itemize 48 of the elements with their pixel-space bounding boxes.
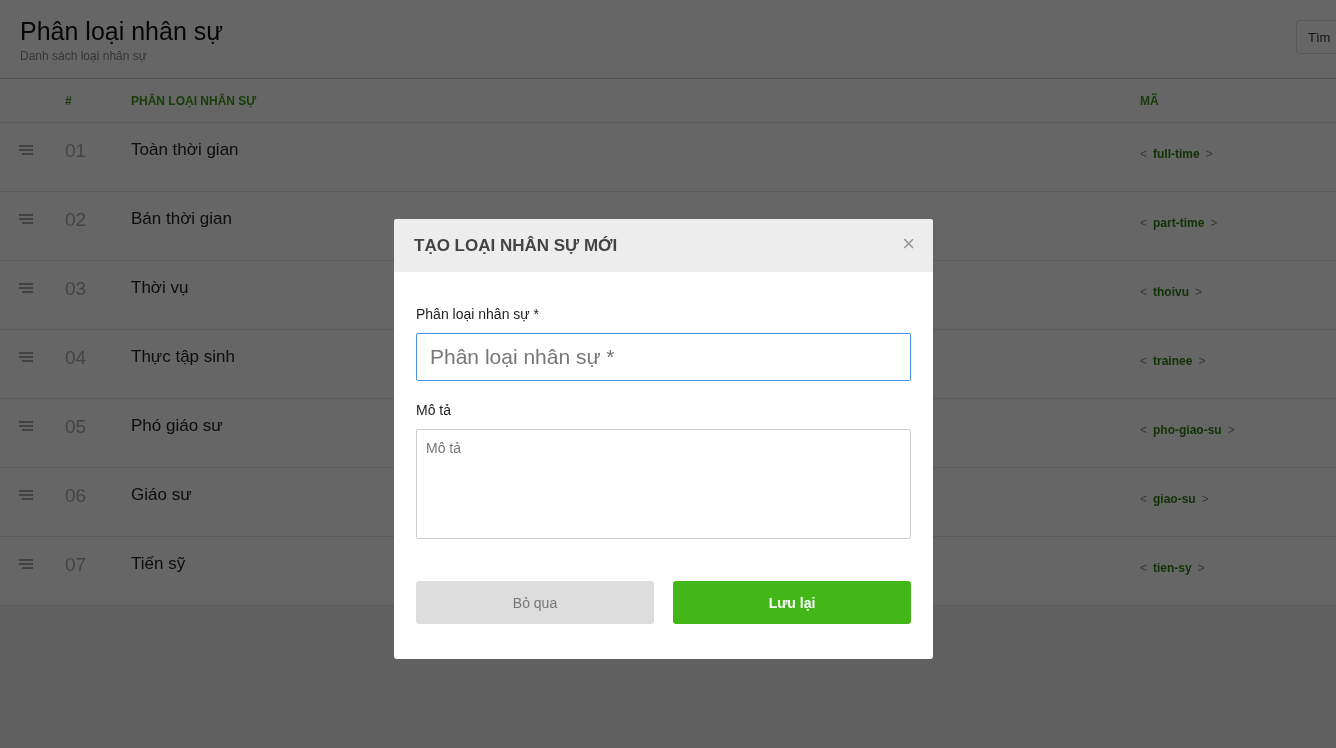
drag-handle-icon[interactable] [19,559,33,569]
save-button[interactable]: Lưu lại [673,581,911,624]
bracket-glyph: > [1201,492,1209,506]
bracket-glyph: < [1140,354,1147,368]
drag-handle-icon[interactable] [19,490,33,500]
bracket-glyph: > [1210,216,1218,230]
close-button[interactable]: × [898,230,919,257]
table-cell: Tiến sỹ [131,554,186,574]
bracket-glyph: < [1140,561,1147,575]
cancel-button[interactable]: Bỏ qua [416,581,654,624]
drag-handle-icon[interactable] [19,145,33,155]
column-header: # [65,93,73,108]
column-header: PHÂN LOẠI NHÂN SỰ [131,93,258,108]
code-text: thoivu [1153,285,1189,299]
search-field[interactable]: Tìm [1296,20,1336,54]
table-cell: Thực tập sinh [131,347,235,367]
drag-handle-icon[interactable] [19,283,33,293]
table-cell: Bán thời gian [131,209,232,229]
code-text: tien-sy [1153,561,1192,575]
bracket-glyph: < [1140,285,1147,299]
code-text: full-time [1153,147,1200,161]
bracket-glyph: < [1140,147,1147,161]
bracket-glyph: > [1197,561,1205,575]
drag-handle-icon[interactable] [19,214,33,224]
table-cell: Giáo sư [131,485,192,505]
code-text: part-time [1153,216,1205,230]
drag-handle-icon[interactable] [19,421,33,431]
table-cell: Toàn thời gian [131,140,239,160]
drag-handle-icon[interactable] [19,352,33,362]
code-text: giao-su [1153,492,1196,506]
bracket-glyph: < [1140,492,1147,506]
description-field[interactable]: Mô tả [416,429,911,539]
bracket-glyph: < [1140,423,1147,437]
code-text: trainee [1153,354,1193,368]
bracket-glyph: < [1140,216,1147,230]
field-label: Phân loại nhân sự * [416,306,540,322]
page-title: Phân loại nhân sự [20,16,223,46]
code-text: pho-giao-su [1153,423,1222,437]
bracket-glyph: > [1205,147,1213,161]
bracket-glyph: > [1198,354,1206,368]
table-cell: Phó giáo sư [131,416,223,436]
field-label: Mô tả [416,402,452,418]
bracket-glyph: > [1227,423,1235,437]
dialog-title: TẠO LOẠI NHÂN SỰ MỚI [414,235,618,256]
column-header: MÃ [1140,93,1160,108]
table-cell: Thời vụ [131,278,189,298]
input-field[interactable]: Phân loại nhân sự * [416,333,911,381]
bracket-glyph: > [1195,285,1203,299]
